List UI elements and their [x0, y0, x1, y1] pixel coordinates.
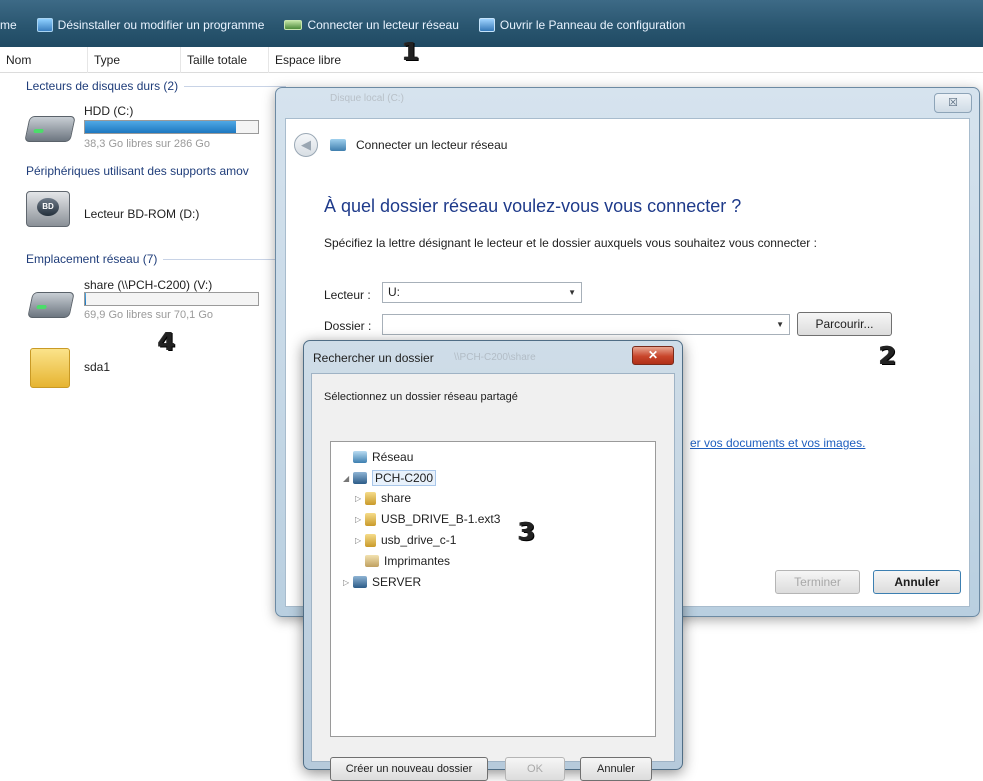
group-header-hard-drives[interactable]: Lecteurs de disques durs (2): [26, 79, 286, 93]
browse-button[interactable]: Parcourir...: [797, 312, 892, 336]
close-button[interactable]: ✕: [632, 346, 674, 365]
open-control-panel-label: Ouvrir le Panneau de configuration: [499, 18, 686, 32]
dropdown-arrow-icon: ▼: [776, 320, 784, 329]
column-total-size[interactable]: Taille totale: [181, 46, 269, 73]
dropdown-arrow-icon: ▼: [568, 288, 576, 297]
drive-v-free-space: 69,9 Go libres sur 70,1 Go: [84, 309, 214, 321]
shared-folder-icon: [365, 512, 376, 526]
tree-node-network[interactable]: Réseau: [343, 450, 413, 464]
tree-node-label: SERVER: [372, 575, 422, 589]
expand-arrow-icon[interactable]: ▷: [355, 536, 365, 545]
divider: [163, 258, 286, 260]
drive-d-name[interactable]: Lecteur BD-ROM (D:): [84, 207, 199, 221]
annotation-marker-2: 2: [879, 341, 897, 370]
column-headers: Nom Type Taille totale Espace libre: [0, 46, 983, 73]
expand-arrow-icon[interactable]: ▷: [355, 515, 365, 524]
network-drive-icon: [284, 20, 303, 30]
dialog-close-button[interactable]: ☒: [934, 93, 972, 113]
back-arrow-icon[interactable]: ◀: [294, 133, 318, 157]
drive-c-usage-bar: [84, 120, 259, 134]
bd-rom-drive-icon: BD: [26, 191, 70, 227]
divider: [184, 85, 286, 87]
group-header-removable[interactable]: Périphériques utilisant des supports amo…: [26, 164, 276, 178]
tree-node-pch-c200[interactable]: ◢ PCH-C200: [343, 470, 437, 486]
tree-node-label: PCH-C200: [372, 470, 437, 486]
column-free-space[interactable]: Espace libre: [269, 47, 369, 73]
annotation-marker-4: 4: [158, 327, 176, 356]
group-header-network-locations[interactable]: Emplacement réseau (7): [26, 252, 286, 266]
browse-cancel-button[interactable]: Annuler: [580, 757, 652, 781]
tree-node-usb-drive-b[interactable]: ▷ USB_DRIVE_B-1.ext3: [355, 512, 500, 526]
shared-folder-icon: [365, 533, 376, 547]
tree-node-label: USB_DRIVE_B-1.ext3: [381, 512, 501, 526]
drive-c-usage-fill: [85, 121, 236, 133]
create-new-folder-button[interactable]: Créer un nouveau dossier: [330, 757, 488, 781]
explorer-toolbar: me Désinstaller ou modifier un programme…: [0, 0, 983, 47]
browse-dialog-title: Rechercher un dossier: [313, 351, 434, 365]
tree-node-printers[interactable]: Imprimantes: [355, 554, 450, 568]
control-panel-icon: [478, 18, 495, 32]
network-icon: [353, 451, 367, 463]
wizard-heading: À quel dossier réseau voulez-vous vous c…: [324, 196, 742, 216]
drive-c-name[interactable]: HDD (C:): [84, 104, 133, 118]
drive-letter-value: U:: [388, 285, 400, 299]
toolbar-partial-label: me: [0, 18, 17, 32]
wizard-header: ◀ Connecter un lecteur réseau: [294, 133, 507, 157]
tree-node-usb-drive-c[interactable]: ▷ usb_drive_c-1: [355, 533, 456, 547]
uninstall-program-label: Désinstaller ou modifier un programme: [57, 18, 265, 32]
drive-c-free-space: 38,3 Go libres sur 286 Go: [84, 138, 210, 150]
expand-arrow-icon[interactable]: ▷: [343, 578, 353, 587]
drive-letter-label: Lecteur :: [324, 288, 371, 302]
cancel-button[interactable]: Annuler: [873, 570, 961, 594]
ok-button[interactable]: OK: [505, 757, 565, 781]
group-header-network-locations-label: Emplacement réseau (7): [26, 252, 158, 266]
folder-sda1-name[interactable]: sda1: [84, 360, 110, 374]
open-control-panel-button[interactable]: Ouvrir le Panneau de configuration: [473, 18, 685, 32]
documents-images-link[interactable]: er vos documents et vos images.: [690, 436, 865, 450]
bd-icon-label: BD: [37, 198, 59, 216]
drive-v-usage-fill: [85, 293, 87, 305]
printer-icon: [365, 555, 379, 567]
group-header-removable-label: Périphériques utilisant des supports amo…: [26, 164, 249, 178]
expand-arrow-icon[interactable]: ▷: [355, 494, 365, 503]
wizard-instruction: Spécifiez la lettre désignant le lecteur…: [324, 236, 817, 250]
dialog-faint-path: Disque local (C:): [330, 93, 404, 104]
column-name[interactable]: Nom: [0, 46, 88, 73]
browse-description: Sélectionnez un dossier réseau partagé: [324, 391, 518, 403]
finish-button[interactable]: Terminer: [775, 570, 860, 594]
annotation-marker-3: 3: [518, 517, 536, 546]
browse-folder-dialog: Rechercher un dossier \\PCH-C200\share ✕…: [303, 340, 683, 781]
tree-node-label: Réseau: [372, 450, 414, 464]
collapse-arrow-icon[interactable]: ◢: [343, 474, 353, 483]
map-network-drive-button[interactable]: Connecter un lecteur réseau: [278, 18, 459, 32]
folder-icon: [30, 348, 70, 388]
group-header-hard-drives-label: Lecteurs de disques durs (2): [26, 79, 179, 93]
shared-folder-icon: [365, 491, 376, 505]
annotation-marker-1: 1: [402, 37, 420, 66]
network-drive-icon: [27, 292, 75, 318]
tree-node-label: Imprimantes: [384, 554, 451, 568]
toolbar-partial-item[interactable]: me: [0, 18, 17, 32]
network-drive-icon: [330, 139, 346, 151]
uninstall-program-button[interactable]: Désinstaller ou modifier un programme: [31, 18, 265, 32]
tree-node-label: usb_drive_c-1: [381, 533, 457, 547]
drive-v-usage-bar: [84, 292, 259, 306]
drive-v-name[interactable]: share (\\PCH-C200) (V:): [84, 278, 212, 292]
computer-icon: [353, 576, 367, 588]
hard-drive-icon: [24, 116, 76, 142]
tree-node-label: share: [381, 491, 412, 505]
folder-tree[interactable]: Réseau ◢ PCH-C200 ▷ share ▷ USB_DRIVE_B-…: [330, 441, 656, 737]
tree-node-share[interactable]: ▷ share: [355, 491, 411, 505]
column-type[interactable]: Type: [88, 46, 181, 73]
drive-letter-select[interactable]: U: ▼: [382, 282, 582, 303]
computer-icon: [353, 472, 367, 484]
browse-dialog-faint-title: \\PCH-C200\share: [454, 352, 536, 363]
folder-label: Dossier :: [324, 319, 372, 333]
map-network-drive-label: Connecter un lecteur réseau: [307, 18, 459, 32]
wizard-title: Connecter un lecteur réseau: [356, 138, 508, 152]
program-icon: [36, 18, 53, 32]
folder-path-combo[interactable]: ▼: [382, 314, 790, 335]
tree-node-server[interactable]: ▷ SERVER: [343, 575, 421, 589]
browse-dialog-body: Sélectionnez un dossier réseau partagé R…: [311, 373, 675, 781]
